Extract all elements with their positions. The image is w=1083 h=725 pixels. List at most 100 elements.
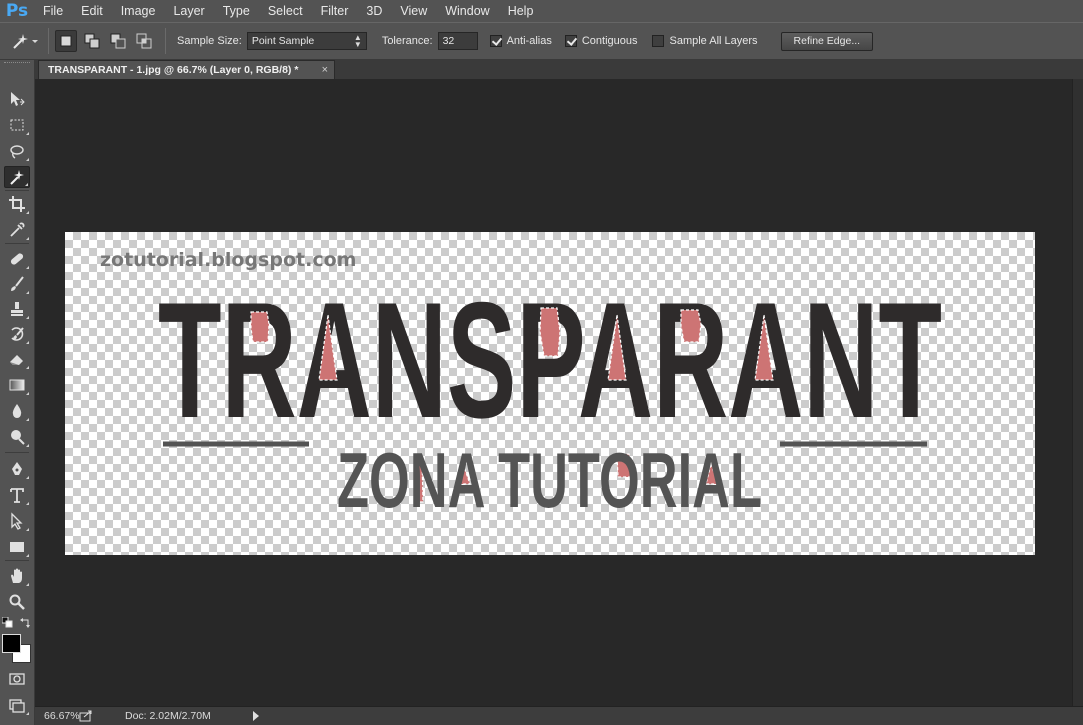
path-selection-icon <box>11 512 23 530</box>
eyedropper-tool[interactable] <box>4 219 30 241</box>
foreground-color-swatch[interactable] <box>2 634 21 653</box>
menu-image[interactable]: Image <box>112 0 165 22</box>
photoshop-window: Ps File Edit Image Layer Type Select Fil… <box>0 0 1083 725</box>
menu-type[interactable]: Type <box>214 0 259 22</box>
submenu-indicator <box>26 316 29 319</box>
menu-select[interactable]: Select <box>259 0 312 22</box>
separator <box>5 452 29 453</box>
crop-tool[interactable] <box>4 193 30 215</box>
refine-edge-button[interactable]: Refine Edge... <box>780 31 874 51</box>
document-size-info: Doc: 2.02M/2.70M <box>125 710 211 722</box>
status-bar: 66.67% Doc: 2.02M/2.70M <box>35 706 1083 725</box>
marquee-tool[interactable] <box>4 114 30 136</box>
move-tool[interactable] <box>4 88 30 110</box>
status-menu-arrow-icon[interactable] <box>253 711 259 721</box>
anti-alias-label: Anti-alias <box>506 35 552 47</box>
menu-help[interactable]: Help <box>499 0 543 22</box>
add-to-selection-button[interactable] <box>81 30 103 52</box>
hand-tool[interactable] <box>4 565 30 587</box>
subtract-from-selection-button[interactable] <box>107 30 129 52</box>
submenu-indicator <box>26 266 29 269</box>
headline-text: TRANSPARANT <box>158 268 942 452</box>
lasso-icon <box>10 145 24 159</box>
hand-icon <box>11 568 22 583</box>
screen-mode-button[interactable] <box>4 694 30 716</box>
sample-size-value: Point Sample <box>251 35 315 47</box>
brush-icon <box>11 276 24 291</box>
dodge-tool[interactable] <box>4 426 30 448</box>
magic-wand-icon <box>10 170 24 185</box>
separator <box>165 28 166 54</box>
brush-tool[interactable] <box>4 273 30 295</box>
zoom-level-field[interactable]: 66.67% <box>35 710 80 722</box>
pen-tool[interactable] <box>4 458 30 480</box>
dodge-icon <box>11 430 25 445</box>
clone-stamp-tool[interactable] <box>4 298 30 320</box>
history-brush-icon <box>11 327 24 341</box>
quick-mask-button[interactable] <box>4 668 30 690</box>
submenu-indicator <box>26 583 29 586</box>
tolerance-input[interactable]: 32 <box>437 32 478 50</box>
subline-text: ZONA TUTORIAL <box>337 436 762 524</box>
menu-edit[interactable]: Edit <box>72 0 112 22</box>
blur-tool[interactable] <box>4 400 30 422</box>
sample-size-select[interactable]: Point Sample ▲ ▼ <box>246 32 367 50</box>
selection-region <box>250 311 270 343</box>
eraser-tool[interactable] <box>4 348 30 370</box>
gradient-tool[interactable] <box>4 374 30 396</box>
move-icon <box>11 92 25 106</box>
menu-layer[interactable]: Layer <box>164 0 213 22</box>
sample-size-label: Sample Size: <box>177 35 242 47</box>
eyedropper-icon <box>10 222 25 237</box>
document-tab-bar: TRANSPARANT - 1.jpg @ 66.7% (Layer 0, RG… <box>35 60 1083 79</box>
submenu-indicator <box>26 502 29 505</box>
share-icon[interactable] <box>79 710 93 722</box>
healing-brush-tool[interactable] <box>4 248 30 270</box>
zoom-tool[interactable] <box>4 591 30 613</box>
marquee-icon <box>10 119 24 131</box>
menu-window[interactable]: Window <box>436 0 498 22</box>
new-selection-button[interactable] <box>55 30 77 52</box>
quick-mask-icon <box>9 673 25 685</box>
submenu-indicator <box>26 237 29 240</box>
history-brush-tool[interactable] <box>4 323 30 345</box>
menu-3d[interactable]: 3D <box>357 0 391 22</box>
magic-wand-tool[interactable] <box>4 166 30 188</box>
close-tab-icon[interactable]: × <box>322 61 328 79</box>
default-colors-icon[interactable] <box>2 617 13 628</box>
submenu-indicator <box>26 291 29 294</box>
lasso-tool[interactable] <box>4 140 30 162</box>
submenu-indicator <box>26 554 29 557</box>
options-bar: Sample Size: Point Sample ▲ ▼ Tolerance: … <box>0 22 1083 60</box>
sample-all-layers-checkbox[interactable] <box>652 35 665 47</box>
submenu-indicator <box>26 712 29 715</box>
anti-alias-checkbox[interactable] <box>489 35 502 47</box>
vertical-scrollbar[interactable] <box>1072 79 1083 706</box>
clone-stamp-icon <box>11 302 23 316</box>
intersect-selection-button[interactable] <box>133 30 155 52</box>
document-tab-title: TRANSPARANT - 1.jpg @ 66.7% (Layer 0, RG… <box>48 64 299 76</box>
magic-wand-icon <box>13 34 38 49</box>
crop-icon <box>9 196 25 212</box>
rectangle-tool[interactable] <box>4 536 30 558</box>
gradient-icon <box>9 379 25 391</box>
tools-panel <box>0 60 35 725</box>
menu-view[interactable]: View <box>391 0 436 22</box>
submenu-indicator <box>26 418 29 421</box>
panel-grip[interactable] <box>4 62 30 70</box>
menu-file[interactable]: File <box>34 0 72 22</box>
selection-region <box>680 309 702 343</box>
eraser-icon <box>10 355 23 365</box>
contiguous-label: Contiguous <box>581 35 638 47</box>
submenu-indicator <box>26 392 29 395</box>
path-selection-tool[interactable] <box>4 510 30 532</box>
swap-colors-icon[interactable] <box>20 617 31 628</box>
add-to-selection-icon <box>84 33 100 49</box>
tool-preset-picker[interactable] <box>8 30 42 52</box>
contiguous-checkbox[interactable] <box>564 35 577 47</box>
type-tool[interactable] <box>4 484 30 506</box>
document-tab[interactable]: TRANSPARANT - 1.jpg @ 66.7% (Layer 0, RG… <box>38 60 335 79</box>
menu-filter[interactable]: Filter <box>312 0 358 22</box>
separator <box>5 243 29 244</box>
document-canvas[interactable]: zotutorial.blogspot.com TRANSPARANT ZONA… <box>65 232 1035 555</box>
